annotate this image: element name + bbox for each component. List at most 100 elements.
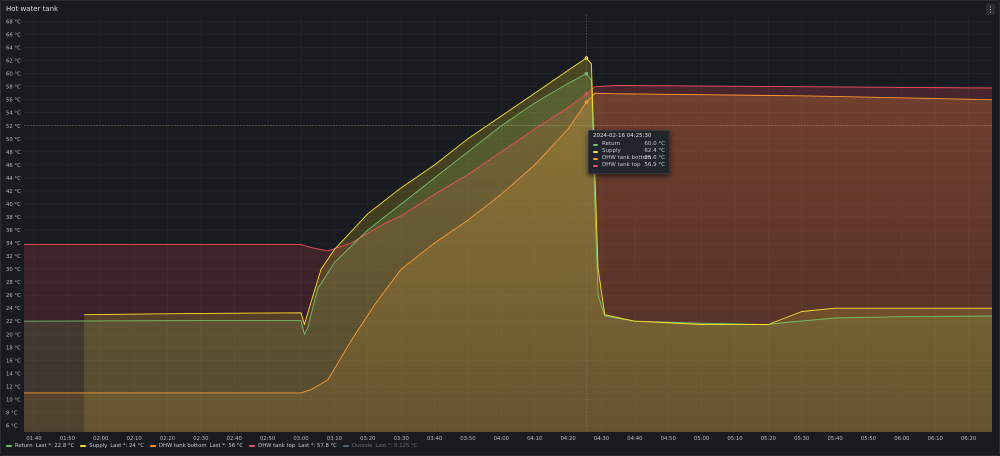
x-tick-label: 05:20	[761, 436, 777, 442]
x-tick-label: 03:20	[360, 436, 376, 442]
y-tick-label: 56 °C	[6, 98, 21, 104]
x-tick-label: 04:10	[527, 436, 543, 442]
y-tick-label: 30 °C	[6, 267, 21, 273]
x-tick-label: 05:00	[694, 436, 710, 442]
x-tick-label: 02:30	[193, 436, 209, 442]
tooltip-name: DHW tank top	[602, 162, 641, 168]
y-tick-label: 20 °C	[6, 332, 21, 338]
series-swatch	[6, 445, 12, 447]
tooltip-row-dhw-top: DHW tank top 56.9 °C	[593, 162, 665, 169]
y-tick-label: 26 °C	[6, 293, 21, 299]
series-swatch	[593, 150, 598, 153]
series-swatch	[149, 445, 156, 447]
hover-tooltip: 2024-02-16 04:25:30 Return 60.0 °C Supply…	[588, 130, 670, 174]
y-tick-label: 58 °C	[6, 85, 21, 91]
x-tick-label: 02:40	[227, 436, 243, 442]
time-series-chart[interactable]: 6 °C 8 °C 10 °C 12 °C 14 °C 16 °C 18 °C 20 °C 22…	[0, 0, 1000, 456]
legend-item-supply[interactable]: Supply Last *: 24 °C	[80, 443, 144, 449]
y-tick-label: 62 °C	[6, 59, 21, 65]
tooltip-name: Supply	[602, 148, 621, 154]
x-tick-label: 04:40	[627, 436, 643, 442]
tooltip-name: Return	[602, 141, 621, 147]
legend-last: Last *: 56 °C	[209, 443, 244, 449]
x-tick-label: 02:50	[260, 436, 276, 442]
y-tick-label: 10 °C	[6, 397, 21, 403]
x-tick-label: 06:20	[961, 436, 977, 442]
y-tick-label: 44 °C	[6, 176, 21, 182]
x-tick-label: 03:50	[460, 436, 476, 442]
legend-name: Return	[15, 443, 33, 449]
y-tick-label: 14 °C	[6, 371, 21, 377]
legend-last: Last *: 24 °C	[110, 443, 144, 449]
x-tick-label: 05:10	[727, 436, 743, 442]
y-tick-label: 46 °C	[6, 163, 21, 169]
legend-name: DHW tank bottom	[158, 443, 207, 449]
y-tick-label: 34 °C	[6, 241, 21, 247]
tooltip-value: 56.9 °C	[644, 162, 665, 168]
x-tick-label: 04:20	[560, 436, 576, 442]
y-tick-label: 38 °C	[6, 215, 21, 221]
series-swatch	[80, 445, 87, 447]
series-swatch	[342, 445, 349, 447]
y-tick-label: 8 °C	[6, 410, 18, 416]
y-tick-label: 36 °C	[6, 228, 21, 234]
x-tick-label: 06:10	[928, 436, 944, 442]
x-tick-label: 03:10	[327, 436, 343, 442]
x-tick-label: 02:10	[127, 436, 143, 442]
x-tick-label: 03:00	[293, 436, 309, 442]
y-tick-label: 68 °C	[6, 20, 21, 26]
x-tick-label: 02:20	[160, 436, 176, 442]
x-tick-label: 06:00	[894, 436, 910, 442]
legend-name: DHW tank top	[258, 443, 296, 449]
x-tick-label: 01:40	[26, 436, 42, 442]
y-tick-label: 24 °C	[6, 306, 21, 312]
y-tick-label: 16 °C	[6, 358, 21, 364]
y-tick-label: 22 °C	[6, 319, 21, 325]
y-tick-label: 52 °C	[6, 124, 21, 130]
y-tick-label: 54 °C	[6, 111, 21, 117]
legend-last: Last *: 0.125 °C	[375, 443, 418, 449]
x-tick-label: 04:30	[594, 436, 610, 442]
tooltip-time: 2024-02-16 04:25:30	[593, 133, 652, 139]
y-tick-label: 60 °C	[6, 72, 21, 78]
legend-name: Outside	[351, 443, 373, 449]
tooltip-value: 55.6 °C	[644, 155, 665, 161]
legend-item-outside[interactable]: Outside Last *: 0.125 °C	[342, 443, 418, 449]
legend-last: Last *: 22.8 °C	[35, 443, 75, 449]
tooltip-row-dhw-bottom: DHW tank bottom 55.6 °C	[593, 155, 665, 162]
series-swatch	[593, 143, 598, 146]
legend-item-return[interactable]: Return Last *: 22.8 °C	[6, 443, 74, 449]
tooltip-value: 60.0 °C	[644, 141, 665, 147]
y-tick-label: 42 °C	[6, 189, 21, 195]
x-tick-label: 04:50	[661, 436, 677, 442]
y-tick-label: 66 °C	[6, 33, 21, 39]
legend: Return Last *: 22.8 °C Supply Last *: 24 °…	[6, 443, 417, 449]
y-tick-label: 50 °C	[6, 137, 21, 143]
x-tick-label: 05:30	[794, 436, 810, 442]
y-tick-label: 32 °C	[6, 254, 21, 260]
series-swatch	[593, 164, 598, 167]
y-tick-label: 40 °C	[6, 202, 21, 208]
x-tick-label: 03:40	[427, 436, 443, 442]
tooltip-value: 62.4 °C	[644, 148, 665, 154]
y-tick-label: 18 °C	[6, 345, 21, 351]
x-tick-label: 05:40	[827, 436, 843, 442]
y-tick-label: 28 °C	[6, 280, 21, 286]
y-tick-label: 48 °C	[6, 150, 21, 156]
legend-item-dhw-bottom[interactable]: DHW tank bottom Last *: 56 °C	[149, 443, 244, 449]
y-tick-label: 64 °C	[6, 46, 21, 52]
legend-item-dhw-top[interactable]: DHW tank top Last *: 57.8 °C	[249, 443, 337, 449]
series-swatch	[249, 445, 256, 447]
tooltip-row-supply: Supply 62.4 °C	[593, 148, 665, 155]
x-tick-label: 02:00	[93, 436, 109, 442]
legend-last: Last *: 57.8 °C	[298, 443, 337, 449]
tooltip-row-return: Return 60.0 °C	[593, 141, 665, 148]
y-tick-label: 6 °C	[6, 423, 18, 429]
x-tick-label: 04:00	[494, 436, 510, 442]
y-tick-label: 12 °C	[6, 384, 21, 390]
x-tick-label: 01:50	[60, 436, 76, 442]
x-tick-label: 03:30	[394, 436, 410, 442]
series-swatch	[593, 157, 598, 160]
legend-name: Supply	[89, 443, 108, 449]
x-tick-label: 05:50	[861, 436, 877, 442]
